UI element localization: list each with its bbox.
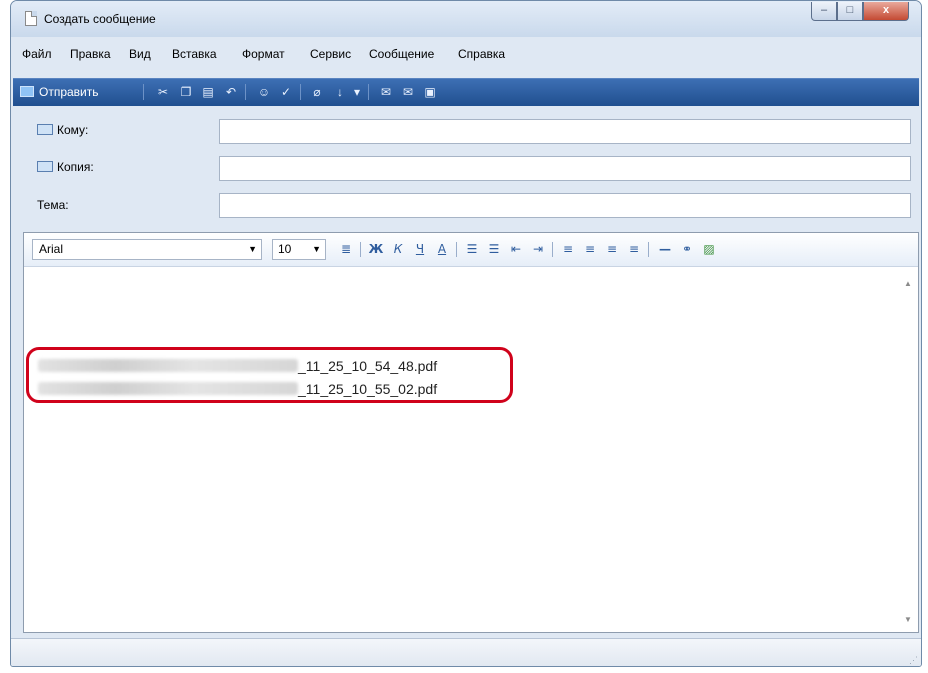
toolbar-separator xyxy=(245,84,246,100)
align-center-icon[interactable]: ≡ xyxy=(582,241,598,257)
message-header: Кому: Копия: Тема: xyxy=(11,106,921,230)
italic-icon[interactable]: К xyxy=(390,241,406,257)
bullet-list-icon[interactable]: ☰ xyxy=(486,241,502,257)
chevron-down-icon: ▼ xyxy=(248,244,257,254)
send-button[interactable]: Отправить xyxy=(17,82,105,102)
highlight-outline xyxy=(26,347,513,403)
copy-icon[interactable]: ❐ xyxy=(178,84,194,100)
menu-message[interactable]: Сообщение xyxy=(369,47,434,61)
message-editor: Arial ▼ 10 ▼ ≣ Ж К Ч A ☰ ☰ ⇤ ⇥ ≡ ≡ ≡ ≡ — xyxy=(23,232,919,633)
numbered-list-icon[interactable]: ☰ xyxy=(464,241,480,257)
window-title: Создать сообщение xyxy=(44,12,156,26)
spelling-icon[interactable]: ✓ xyxy=(278,84,294,100)
hyperlink-icon[interactable]: ⚭ xyxy=(679,241,695,257)
toolbar-separator xyxy=(143,84,144,100)
new-message-icon xyxy=(25,11,37,26)
toolbar-separator xyxy=(368,84,369,100)
vertical-scrollbar[interactable]: ▲ ▼ xyxy=(900,267,918,632)
scroll-up-icon[interactable]: ▲ xyxy=(904,279,912,288)
to-label-text: Кому: xyxy=(57,123,89,137)
undo-icon[interactable]: ↶ xyxy=(223,84,239,100)
decrease-indent-icon[interactable]: ⇤ xyxy=(508,241,524,257)
menu-bar: Файл Правка Вид Вставка Формат Сервис Со… xyxy=(11,42,921,64)
font-size-select[interactable]: 10 ▼ xyxy=(272,239,326,260)
title-bar[interactable]: Создать сообщение – □ x xyxy=(11,1,921,37)
font-name-value: Arial xyxy=(39,242,64,256)
paste-icon[interactable]: ▤ xyxy=(200,84,216,100)
bold-icon[interactable]: Ж xyxy=(368,241,384,257)
send-icon xyxy=(20,86,34,97)
resize-grip-icon[interactable]: ⋰ xyxy=(909,656,918,665)
close-button[interactable]: x xyxy=(863,2,909,21)
check-names-icon[interactable]: ☺ xyxy=(256,84,272,100)
menu-file[interactable]: Файл xyxy=(22,47,52,61)
menu-help[interactable]: Справка xyxy=(458,47,505,61)
cc-field[interactable] xyxy=(219,156,911,181)
subject-label: Тема: xyxy=(37,198,69,212)
format-separator xyxy=(648,242,649,257)
chevron-down-icon: ▼ xyxy=(312,244,321,254)
message-body[interactable]: _11_25_10_54_48.pdf _11_25_10_55_02.pdf xyxy=(24,267,900,632)
address-book-icon xyxy=(37,124,53,135)
status-bar: ⋰ xyxy=(11,638,921,666)
align-left-icon[interactable]: ≡ xyxy=(560,241,576,257)
menu-insert[interactable]: Вставка xyxy=(172,47,217,61)
increase-indent-icon[interactable]: ⇥ xyxy=(530,241,546,257)
cc-label-text: Копия: xyxy=(57,160,94,174)
main-toolbar: Отправить ✂ ❐ ▤ ↶ ☺ ✓ ⌀ ↓ ▾ ✉ ✉ ▣ xyxy=(13,78,919,106)
formatting-toolbar: Arial ▼ 10 ▼ ≣ Ж К Ч A ☰ ☰ ⇤ ⇥ ≡ ≡ ≡ ≡ — xyxy=(24,233,918,267)
cut-icon[interactable]: ✂ xyxy=(155,84,171,100)
subject-field[interactable] xyxy=(219,193,911,218)
font-color-icon[interactable]: A xyxy=(434,241,450,257)
underline-icon[interactable]: Ч xyxy=(412,241,428,257)
toolbar-separator xyxy=(300,84,301,100)
offline-icon[interactable]: ▣ xyxy=(422,84,438,100)
insert-picture-icon[interactable]: ▨ xyxy=(701,241,717,257)
address-book-icon xyxy=(37,161,53,172)
attach-icon[interactable]: ⌀ xyxy=(309,84,325,100)
compose-window: Создать сообщение – □ x Файл Правка Вид … xyxy=(10,0,922,667)
priority-dropdown-icon[interactable]: ▾ xyxy=(349,84,365,100)
font-name-select[interactable]: Arial ▼ xyxy=(32,239,262,260)
maximize-button[interactable]: □ xyxy=(837,2,863,21)
horizontal-line-icon[interactable]: — xyxy=(657,241,673,257)
to-label[interactable]: Кому: xyxy=(37,123,88,137)
sign-icon[interactable]: ✉ xyxy=(378,84,394,100)
font-size-value: 10 xyxy=(278,242,292,256)
menu-format[interactable]: Формат xyxy=(242,47,285,61)
minimize-button[interactable]: – xyxy=(811,2,837,21)
send-label: Отправить xyxy=(39,85,99,99)
scroll-down-icon[interactable]: ▼ xyxy=(904,615,912,624)
align-right-icon[interactable]: ≡ xyxy=(604,241,620,257)
paragraph-style-icon[interactable]: ≣ xyxy=(338,241,354,257)
justify-icon[interactable]: ≡ xyxy=(626,241,642,257)
format-separator xyxy=(360,242,361,257)
menu-view[interactable]: Вид xyxy=(129,47,151,61)
priority-icon[interactable]: ↓ xyxy=(332,84,348,100)
format-separator xyxy=(552,242,553,257)
encrypt-icon[interactable]: ✉ xyxy=(400,84,416,100)
to-field[interactable] xyxy=(219,119,911,144)
menu-edit[interactable]: Правка xyxy=(70,47,111,61)
cc-label[interactable]: Копия: xyxy=(37,160,94,174)
menu-tools[interactable]: Сервис xyxy=(310,47,351,61)
format-separator xyxy=(456,242,457,257)
